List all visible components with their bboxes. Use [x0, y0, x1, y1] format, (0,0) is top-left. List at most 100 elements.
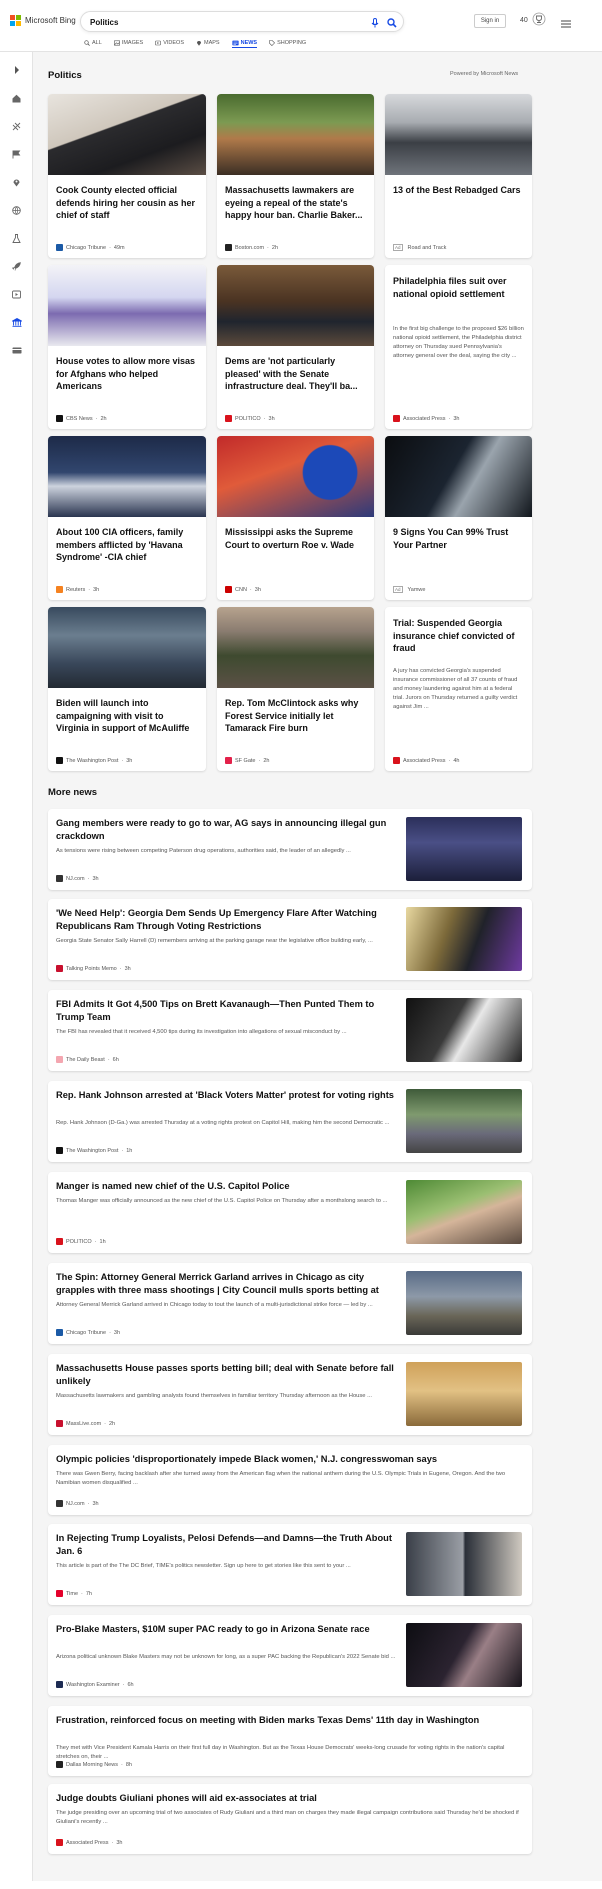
news-card-image[interactable]: [48, 436, 206, 517]
news-item-title[interactable]: FBI Admits It Got 4,500 Tips on Brett Ka…: [56, 998, 396, 1024]
money-icon[interactable]: [9, 343, 24, 358]
more-news-item[interactable]: Frustration, reinforced focus on meeting…: [48, 1706, 532, 1776]
news-item-title[interactable]: Frustration, reinforced focus on meeting…: [56, 1714, 522, 1727]
news-card-title[interactable]: Dems are 'not particularly pleased' with…: [225, 355, 366, 393]
rocket-icon[interactable]: [9, 259, 24, 274]
news-item-title[interactable]: 'We Need Help': Georgia Dem Sends Up Eme…: [56, 907, 396, 933]
rewards-trophy-icon[interactable]: [532, 12, 546, 31]
flag-icon[interactable]: [9, 147, 24, 162]
news-card-source: The Washington Post · 3h: [56, 757, 132, 764]
news-item-title[interactable]: Olympic policies 'disproportionately imp…: [56, 1453, 522, 1466]
separator-dot: ·: [249, 586, 252, 593]
news-card-image[interactable]: [48, 94, 206, 175]
news-card-title[interactable]: Biden will launch into campaigning with …: [56, 697, 198, 735]
search-box[interactable]: [80, 11, 404, 32]
news-item-snippet: Thomas Manger was officially announced a…: [56, 1198, 388, 1204]
news-card[interactable]: Massachusetts lawmakers are eyeing a rep…: [217, 94, 374, 258]
more-news-item[interactable]: The Spin: Attorney General Merrick Garla…: [48, 1263, 532, 1344]
news-item-thumbnail[interactable]: [406, 817, 522, 881]
news-item-title[interactable]: Rep. Hank Johnson arrested at 'Black Vot…: [56, 1089, 396, 1102]
news-item-thumbnail[interactable]: [406, 998, 522, 1062]
bing-logo[interactable]: Microsoft Bing: [10, 15, 76, 26]
entertainment-icon[interactable]: [9, 287, 24, 302]
news-item-title[interactable]: Pro-Blake Masters, $10M super PAC ready …: [56, 1623, 396, 1636]
expand-icon[interactable]: [9, 62, 24, 77]
news-item-title[interactable]: Judge doubts Giuliani phones will aid ex…: [56, 1792, 522, 1805]
news-card[interactable]: Mississippi asks the Supreme Court to ov…: [217, 436, 374, 600]
search-icon[interactable]: [385, 16, 398, 29]
science-icon[interactable]: [9, 231, 24, 246]
more-news-item[interactable]: FBI Admits It Got 4,500 Tips on Brett Ka…: [48, 990, 532, 1071]
news-card[interactable]: Philadelphia files suit over national op…: [385, 265, 532, 429]
news-card-image[interactable]: [48, 607, 206, 688]
news-card[interactable]: Rep. Tom McClintock asks why Forest Serv…: [217, 607, 374, 771]
sign-in-button[interactable]: Sign in: [474, 14, 506, 28]
news-card-title[interactable]: Mississippi asks the Supreme Court to ov…: [225, 526, 366, 551]
news-card-image[interactable]: [217, 265, 374, 346]
news-item-thumbnail[interactable]: [406, 907, 522, 971]
separator-dot: ·: [87, 1500, 90, 1507]
news-card-title[interactable]: Trial: Suspended Georgia insurance chief…: [393, 617, 524, 655]
scope-tab-news[interactable]: NEWS: [231, 38, 258, 48]
scope-tab-label: NEWS: [240, 39, 258, 46]
news-card[interactable]: Trial: Suspended Georgia insurance chief…: [385, 607, 532, 771]
news-item-thumbnail[interactable]: [406, 1180, 522, 1244]
sponsored-card[interactable]: 13 of the Best Rebadged Cars Ad Road and T…: [385, 94, 532, 258]
news-card-image[interactable]: [217, 94, 374, 175]
news-item-thumbnail[interactable]: [406, 1623, 522, 1687]
news-card-title[interactable]: Rep. Tom McClintock asks why Forest Serv…: [225, 697, 366, 735]
location-icon[interactable]: [9, 175, 24, 190]
sponsored-card[interactable]: 9 Signs You Can 99% Trust Your Partner Ad…: [385, 436, 532, 600]
news-card-title[interactable]: Massachusetts lawmakers are eyeing a rep…: [225, 184, 366, 222]
news-card-title[interactable]: 9 Signs You Can 99% Trust Your Partner: [393, 526, 524, 551]
news-item-snippet: Attorney General Merrick Garland arrived…: [56, 1302, 373, 1308]
news-item-title[interactable]: Manger is named new chief of the U.S. Ca…: [56, 1180, 396, 1193]
more-news-item[interactable]: Pro-Blake Masters, $10M super PAC ready …: [48, 1615, 532, 1696]
news-item-title[interactable]: In Rejecting Trump Loyalists, Pelosi Def…: [56, 1532, 396, 1558]
news-item-thumbnail[interactable]: [406, 1089, 522, 1153]
news-card[interactable]: Dems are 'not particularly pleased' with…: [217, 265, 374, 429]
more-news-item[interactable]: Massachusetts House passes sports bettin…: [48, 1354, 532, 1435]
home-icon[interactable]: [9, 91, 24, 106]
microphone-icon[interactable]: [368, 16, 381, 29]
news-item-title[interactable]: Gang members were ready to go to war, AG…: [56, 817, 396, 843]
more-news-item[interactable]: 'We Need Help': Georgia Dem Sends Up Eme…: [48, 899, 532, 980]
more-news-item[interactable]: In Rejecting Trump Loyalists, Pelosi Def…: [48, 1524, 532, 1605]
news-card[interactable]: Biden will launch into campaigning with …: [48, 607, 206, 771]
news-card[interactable]: About 100 CIA officers, family members a…: [48, 436, 206, 600]
globe-icon[interactable]: [9, 203, 24, 218]
sports-icon[interactable]: [9, 119, 24, 134]
news-card-title[interactable]: About 100 CIA officers, family members a…: [56, 526, 198, 564]
news-item-thumbnail[interactable]: [406, 1362, 522, 1426]
politics-icon[interactable]: [9, 315, 24, 330]
scope-tab-all[interactable]: ALL: [84, 38, 102, 48]
news-card-title[interactable]: Philadelphia files suit over national op…: [393, 275, 524, 300]
news-card[interactable]: Cook County elected official defends hir…: [48, 94, 206, 258]
more-news-item[interactable]: Manger is named new chief of the U.S. Ca…: [48, 1172, 532, 1253]
scope-tab-images[interactable]: IMAGES: [113, 38, 143, 48]
news-card-image[interactable]: [48, 265, 206, 346]
news-card-image[interactable]: [217, 436, 374, 517]
rewards-count[interactable]: 40: [520, 17, 528, 24]
news-card-title[interactable]: Cook County elected official defends hir…: [56, 184, 198, 222]
news-item-title[interactable]: The Spin: Attorney General Merrick Garla…: [56, 1271, 396, 1297]
news-card-image[interactable]: [385, 94, 532, 175]
news-card-title[interactable]: House votes to allow more visas for Afgh…: [56, 355, 198, 393]
more-news-item[interactable]: Olympic policies 'disproportionately imp…: [48, 1445, 532, 1515]
news-item-thumbnail[interactable]: [406, 1532, 522, 1596]
news-card[interactable]: House votes to allow more visas for Afgh…: [48, 265, 206, 429]
more-news-item[interactable]: Judge doubts Giuliani phones will aid ex…: [48, 1784, 532, 1854]
news-item-thumbnail[interactable]: [406, 1271, 522, 1335]
scope-tab-videos[interactable]: VIDEOS: [155, 38, 184, 48]
hamburger-menu-icon[interactable]: [561, 15, 571, 33]
more-news-item[interactable]: Rep. Hank Johnson arrested at 'Black Vot…: [48, 1081, 532, 1162]
news-item-title[interactable]: Massachusetts House passes sports bettin…: [56, 1362, 396, 1388]
news-item-source: Dallas Morning News · 8h: [56, 1761, 132, 1768]
search-input[interactable]: [90, 15, 350, 29]
more-news-item[interactable]: Gang members were ready to go to war, AG…: [48, 809, 532, 890]
scope-tab-maps[interactable]: MAPS: [196, 38, 220, 48]
news-card-image[interactable]: [217, 607, 374, 688]
news-card-title[interactable]: 13 of the Best Rebadged Cars: [393, 184, 524, 197]
scope-tab-shopping[interactable]: SHOPPING: [269, 38, 306, 48]
news-card-image[interactable]: [385, 436, 532, 517]
